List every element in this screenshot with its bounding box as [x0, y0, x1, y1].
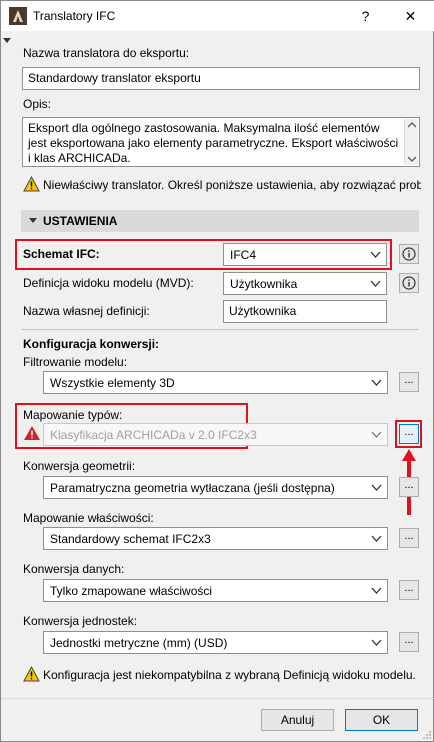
error-warning-icon: [24, 426, 40, 440]
window-title: Translatory IFC: [33, 9, 116, 23]
chevron-down-icon: [370, 251, 381, 258]
type-mapping-browse-button[interactable]: ...: [399, 424, 419, 444]
section-divider: [21, 329, 419, 330]
description-label: Opis:: [23, 97, 52, 111]
data-conversion-select[interactable]: Tylko zmapowane właściwości: [43, 579, 388, 602]
chevron-down-icon: [371, 379, 382, 386]
custom-name-label: Nazwa własnej definicji:: [23, 304, 150, 318]
scroll-down-icon[interactable]: [408, 156, 416, 162]
archicad-app-icon: [9, 7, 27, 25]
units-value: Jednostki metryczne (mm) (USD): [50, 636, 228, 650]
chevron-down-icon: [371, 535, 382, 542]
close-button[interactable]: ✕: [388, 1, 433, 31]
geometry-value: Paramatryczna geometria wytłaczana (jeśl…: [50, 481, 335, 495]
schema-info-button[interactable]: [399, 244, 419, 264]
ok-button[interactable]: OK: [345, 709, 418, 731]
filter-label: Filtrowanie modelu:: [23, 355, 128, 369]
description-textarea[interactable]: Eksport dla ogólnego zastosowania. Maksy…: [22, 117, 420, 167]
custom-name-input[interactable]: Użytkownika: [223, 300, 387, 323]
info-icon: [402, 247, 416, 261]
property-mapping-browse-button[interactable]: ...: [399, 528, 419, 548]
resize-grip-icon[interactable]: [421, 729, 432, 740]
settings-section-header[interactable]: USTAWIENIA: [21, 210, 419, 232]
property-mapping-value: Standardowy schemat IFC2x3: [50, 532, 211, 546]
cancel-button[interactable]: Anuluj: [261, 709, 334, 731]
footer-divider: [1, 698, 434, 699]
geometry-label: Konwersja geometrii:: [23, 459, 136, 473]
data-conversion-label: Konwersja danych:: [23, 562, 125, 576]
schema-select[interactable]: IFC4: [223, 243, 387, 266]
warning-icon: [23, 666, 40, 682]
expand-triangle-icon: [29, 218, 37, 223]
filter-select[interactable]: Wszystkie elementy 3D: [43, 371, 388, 394]
mvd-label: Definicja widoku modelu (MVD):: [23, 276, 194, 290]
type-mapping-label: Mapowanie typów:: [23, 408, 123, 422]
filter-value: Wszystkie elementy 3D: [50, 376, 175, 390]
help-button[interactable]: ?: [343, 1, 388, 31]
chevron-down-icon: [371, 431, 382, 438]
schema-value: IFC4: [230, 248, 257, 262]
mvd-select[interactable]: Użytkownika: [223, 272, 387, 295]
filter-browse-button[interactable]: ...: [399, 372, 419, 392]
warning-top-text: Niewłaściwy translator. Określ poniższe …: [43, 178, 421, 192]
chevron-down-icon: [371, 587, 382, 594]
property-mapping-select[interactable]: Standardowy schemat IFC2x3: [43, 527, 388, 550]
scroll-up-icon[interactable]: [408, 122, 416, 128]
export-name-label: Nazwa translatora do eksportu:: [23, 46, 190, 60]
type-mapping-select[interactable]: Klasyfikacja ARCHICADa v 2.0 IFC2x3: [43, 423, 388, 446]
collapse-marker-icon: [3, 38, 11, 43]
geometry-select[interactable]: Paramatryczna geometria wytłaczana (jeśl…: [43, 476, 388, 499]
description-scrollbar[interactable]: [404, 119, 418, 165]
units-select[interactable]: Jednostki metryczne (mm) (USD): [43, 631, 388, 654]
units-browse-button[interactable]: ...: [399, 632, 419, 652]
type-mapping-value: Klasyfikacja ARCHICADa v 2.0 IFC2x3: [50, 428, 257, 442]
settings-header-label: USTAWIENIA: [43, 214, 118, 228]
info-icon: [402, 276, 416, 290]
ifc-translators-dialog: Translatory IFC ? ✕ Nazwa translatora do…: [0, 0, 434, 742]
property-mapping-label: Mapowanie właściwości:: [23, 511, 154, 525]
chevron-down-icon: [371, 484, 382, 491]
title-bar: Translatory IFC ? ✕: [1, 1, 434, 31]
mvd-info-button[interactable]: [399, 273, 419, 293]
chevron-down-icon: [371, 639, 382, 646]
export-name-input[interactable]: Standardowy translator eksportu: [22, 67, 420, 90]
data-conversion-value: Tylko zmapowane właściwości: [50, 584, 213, 598]
data-conversion-browse-button[interactable]: ...: [399, 580, 419, 600]
mvd-value: Użytkownika: [230, 277, 298, 291]
schema-label: Schemat IFC:: [23, 247, 100, 261]
units-label: Konwersja jednostek:: [23, 614, 138, 628]
geometry-browse-button[interactable]: ...: [399, 477, 419, 497]
warning-icon: [23, 176, 40, 192]
description-text: Eksport dla ogólnego zastosowania. Maksy…: [28, 121, 399, 165]
conversion-header: Konfiguracja konwersji:: [23, 337, 160, 351]
warning-bottom-text: Konfiguracja jest niekompatybilna z wybr…: [43, 668, 416, 682]
chevron-down-icon: [370, 280, 381, 287]
